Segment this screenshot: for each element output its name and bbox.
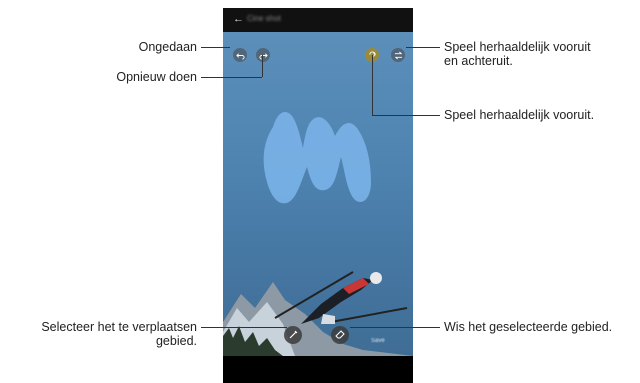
leader-line-undo	[201, 47, 230, 48]
eraser-icon	[335, 330, 345, 339]
save-button[interactable]: Save	[371, 338, 385, 344]
back-arrow-icon[interactable]: ←	[233, 13, 247, 27]
callout-select-move-line1: Selecteer het te verplaatsen	[41, 320, 197, 334]
callout-select-move: Selecteer het te verplaatsen gebied.	[41, 320, 197, 348]
callout-redo: Opnieuw doen	[116, 70, 197, 84]
leader-line-select	[201, 327, 287, 328]
callout-erase: Wis het geselecteerde gebied.	[444, 320, 613, 334]
callout-undo: Ongedaan	[138, 40, 197, 54]
callout-loop-bounce-line2: en achteruit.	[444, 54, 513, 68]
callout-loop-bounce: Speel herhaaldelijk vooruit en achteruit…	[444, 40, 591, 68]
select-area-button[interactable]	[284, 326, 302, 344]
leader-line-loop-forward-vertical	[372, 55, 373, 115]
header-title: Cine shot	[247, 14, 281, 23]
photo-canvas[interactable]: Save	[223, 32, 413, 356]
redo-icon	[258, 52, 268, 60]
callout-loop-forward: Speel herhaaldelijk vooruit.	[444, 108, 595, 122]
erase-area-button[interactable]	[331, 326, 349, 344]
callout-select-move-line2: gebied.	[155, 334, 197, 348]
undo-button[interactable]	[233, 48, 247, 62]
brush-icon	[289, 330, 298, 339]
selection-area	[263, 112, 371, 204]
leader-line-loop-forward	[372, 115, 440, 116]
loop-bounce-icon	[394, 51, 402, 59]
leader-line-redo	[201, 77, 262, 78]
app-header: ← Cine shot	[223, 8, 413, 32]
background-scene	[223, 112, 413, 356]
leader-line-redo-vertical	[262, 55, 263, 77]
loop-bounce-button[interactable]	[391, 48, 405, 62]
leader-line-erase	[350, 327, 440, 328]
callout-loop-bounce-line1: Speel herhaaldelijk vooruit	[444, 40, 591, 54]
leader-line-loop-bounce	[406, 47, 440, 48]
undo-icon	[235, 52, 245, 60]
redo-button[interactable]	[256, 48, 270, 62]
bottom-bar	[223, 356, 413, 383]
